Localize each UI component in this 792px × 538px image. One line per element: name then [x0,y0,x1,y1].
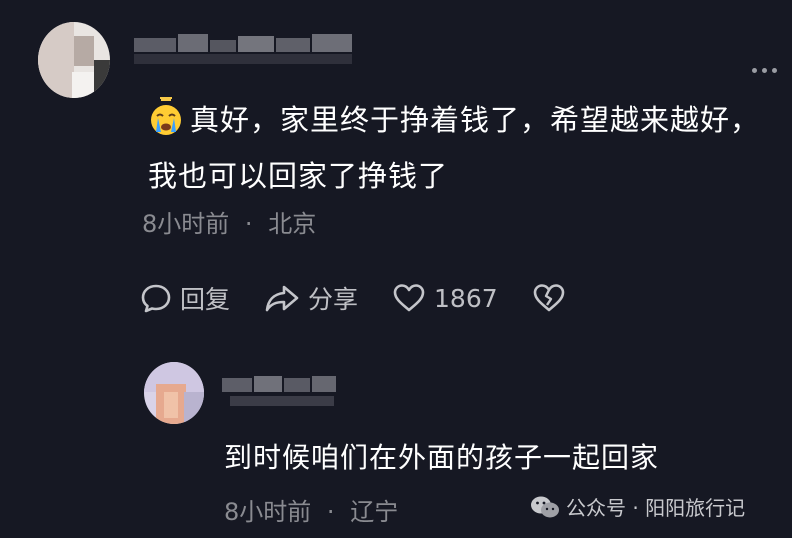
reply-meta: 8小时前 · 辽宁 [224,492,398,527]
commenter-username-blurred[interactable] [134,32,354,68]
like-button[interactable]: 1867 [392,282,498,314]
heart-icon [393,284,425,312]
share-label: 分享 [308,285,359,314]
share-button[interactable]: 分享 [264,280,358,316]
meta-separator: · [244,210,253,238]
wechat-watermark: 公众号 · 阳阳旅行记 [530,492,745,521]
share-arrow-icon [265,285,299,312]
comment-time: 8小时前 [142,210,230,238]
comment-action-bar: 回复 分享 1867 [140,278,608,318]
reply-username-blurred[interactable] [222,374,342,410]
comment-location: 北京 [268,210,317,238]
reply-time: 8小时前 [224,498,312,526]
crying-face-icon [148,96,184,135]
comment-meta: 8小时前 · 北京 [142,204,316,239]
reply-button[interactable]: 回复 [140,280,230,316]
comment-text-block: 真好，家里终于挣着钱了，希望越来越好，我也可以回家了挣钱了 [148,92,768,204]
wechat-logo-icon [531,496,559,517]
more-options-icon[interactable] [752,58,788,73]
broken-heart-icon [533,284,564,312]
chat-bubble-icon [141,284,171,313]
watermark-text: 公众号 · 阳阳旅行记 [566,496,746,520]
reply-text: 到时候咱们在外面的孩子一起回家 [224,441,660,474]
dislike-button[interactable] [532,282,574,314]
reply-location: 辽宁 [350,498,399,526]
reply-label: 回复 [180,285,231,314]
commenter-avatar[interactable] [38,22,110,98]
comment-text: 真好，家里终于挣着钱了，希望越来越好，我也可以回家了挣钱了 [148,103,761,193]
like-count: 1867 [434,283,498,313]
meta-separator: · [326,498,335,526]
reply-avatar[interactable] [144,362,204,424]
